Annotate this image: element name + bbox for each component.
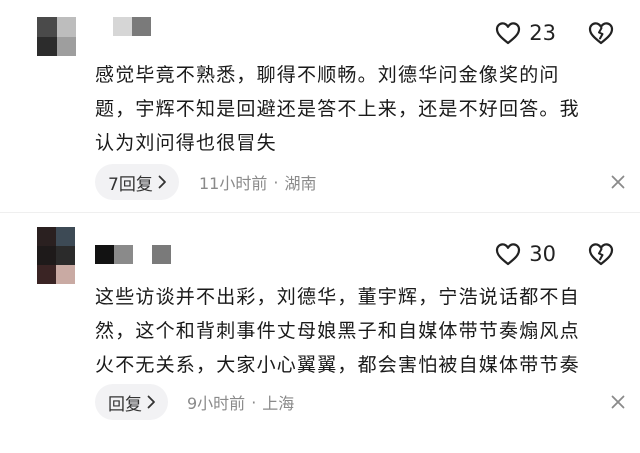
comment-item: 23 感觉毕竟不熟悉，聊得不顺畅。刘德华问金像奖的问 题，宇辉不知是回避还是答不… [0,0,640,212]
comment-location: 上海 [262,394,295,413]
comment-text-line: 然，这个和背刺事件丈母娘黑子和自媒体带节奏煽风点 [95,320,580,342]
comment-time: 9小时前 [187,394,246,413]
close-icon[interactable] [611,175,625,189]
view-replies-button[interactable]: 7回复 [95,164,179,200]
comment-list: 23 感觉毕竟不熟悉，聊得不顺畅。刘德华问金像奖的问 题，宇辉不知是回避还是答不… [0,0,640,453]
comment-meta: 7回复 11小时前 · 湖南 [95,164,625,200]
heart-icon [496,22,521,45]
meta-info: 9小时前 · 上海 [187,384,294,420]
comment-text-line: 题，宇辉不知是回避还是答不上来，还是不好回答。我 [95,98,580,120]
like-button[interactable]: 23 [495,21,556,45]
chevron-right-icon [158,175,166,189]
broken-heart-icon[interactable] [588,21,614,45]
comment-text-line: 认为刘问得也很冒失 [95,132,277,154]
meta-separator: · [273,172,279,192]
comment-meta: 回复 9小时前 · 上海 [95,384,625,420]
like-count: 30 [529,242,556,266]
comment-time: 11小时前 [199,174,268,193]
like-count: 23 [529,21,556,45]
meta-separator: · [251,392,257,412]
reply-label: 7回复 [108,174,153,195]
comment-text-line: 感觉毕竟不熟悉，聊得不顺畅。刘德华问金像奖的问 [95,64,560,86]
broken-heart-icon[interactable] [588,242,614,266]
username[interactable] [113,17,151,36]
comment-text-line: 火不无关系，大家小心翼翼，都会害怕被自媒体带节奏 [95,354,580,376]
chevron-right-icon [147,395,155,409]
reply-button[interactable]: 回复 [95,384,168,420]
divider [0,212,640,220]
close-icon[interactable] [611,395,625,409]
comment-text: 这些访谈并不出彩，刘德华，董宇辉，宁浩说话都不自 然，这个和背刺事件丈母娘黑子和… [95,280,625,382]
avatar[interactable] [37,17,76,56]
username[interactable] [95,245,171,264]
comment-location: 湖南 [284,174,317,193]
heart-icon [496,243,521,266]
like-button[interactable]: 30 [495,242,556,266]
comment-text: 感觉毕竟不熟悉，聊得不顺畅。刘德华问金像奖的问 题，宇辉不知是回避还是答不上来，… [95,58,625,160]
comment-text-line: 这些访谈并不出彩，刘德华，董宇辉，宁浩说话都不自 [95,286,580,308]
avatar[interactable] [37,227,75,284]
reply-label: 回复 [108,394,142,415]
meta-info: 11小时前 · 湖南 [199,164,316,200]
comment-item: 30 这些访谈并不出彩，刘德华，董宇辉，宁浩说话都不自 然，这个和背刺事件丈母娘… [0,220,640,453]
